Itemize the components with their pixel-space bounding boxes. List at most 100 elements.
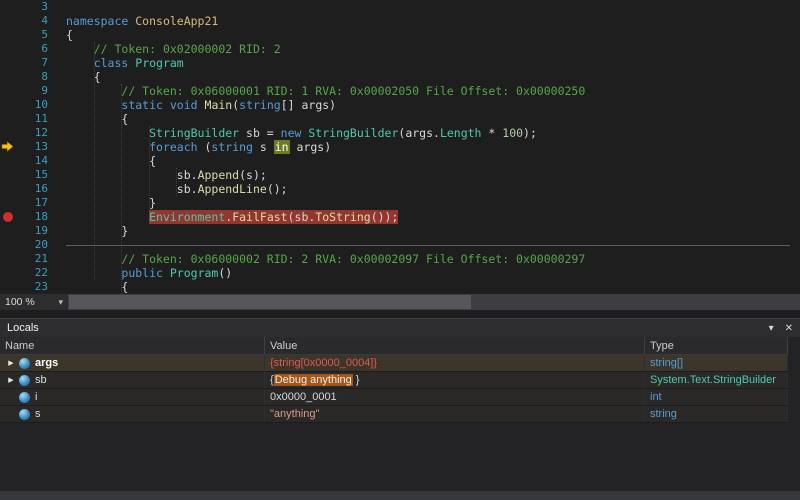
code-text[interactable]: { (60, 70, 800, 84)
breakpoint-margin[interactable] (0, 224, 18, 238)
code-line-7[interactable]: 7 class Program (0, 56, 800, 70)
code-text[interactable]: { (60, 28, 800, 42)
code-text[interactable]: class Program (60, 56, 800, 70)
code-line-8[interactable]: 8 { (0, 70, 800, 84)
code-text[interactable]: // Token: 0x06000001 RID: 1 RVA: 0x00002… (60, 84, 800, 98)
breakpoint-margin[interactable] (0, 196, 18, 210)
code-text[interactable]: { (60, 280, 800, 294)
code-text[interactable]: // Token: 0x02000002 RID: 2 (60, 42, 800, 56)
locals-row-args[interactable]: ▶ args {string[0x0000_0004]} string[] (0, 355, 788, 372)
variable-value[interactable]: 0x0000_0001 (265, 389, 645, 405)
name-cell: s (0, 406, 265, 422)
code-text[interactable]: Environment.FailFast(sb.ToString()); (60, 210, 800, 224)
breakpoint-margin[interactable] (0, 14, 18, 28)
column-header-value[interactable]: Value (265, 337, 645, 354)
locals-panel: Locals ▾ ✕ Name Value Type ▶ args {string[… (0, 318, 800, 491)
window-menu-chevron-down-icon[interactable]: ▾ (769, 323, 774, 334)
breakpoint-margin[interactable] (0, 154, 18, 168)
code-text[interactable]: foreach (string s in args) (60, 140, 800, 154)
breakpoint-icon[interactable] (3, 212, 13, 222)
locals-row-s[interactable]: s "anything" string (0, 406, 788, 423)
variable-value[interactable]: {string[0x0000_0004]} (265, 355, 645, 371)
code-line-9[interactable]: 9 // Token: 0x06000001 RID: 1 RVA: 0x000… (0, 84, 800, 98)
code-line-6[interactable]: 6 // Token: 0x02000002 RID: 2 (0, 42, 800, 56)
breakpoint-margin[interactable] (0, 56, 18, 70)
breakpoint-margin[interactable] (0, 168, 18, 182)
code-line-22[interactable]: 22 public Program() (0, 266, 800, 280)
breakpoint-margin[interactable] (0, 112, 18, 126)
code-line-4[interactable]: 4 namespace ConsoleApp21 (0, 14, 800, 28)
line-number: 19 (34, 224, 48, 237)
code-text[interactable]: } (60, 224, 800, 238)
locals-row-i[interactable]: i 0x0000_0001 int (0, 389, 788, 406)
code-line-14[interactable]: 14 { (0, 154, 800, 168)
variable-type: string[] (645, 355, 788, 371)
column-header-type[interactable]: Type (645, 337, 788, 354)
locals-row-sb[interactable]: ▶ sb {Debug anything } System.Text.StringBu… (0, 372, 788, 389)
code-text[interactable]: } (60, 196, 800, 210)
current-statement-arrow-icon (1, 141, 14, 152)
code-text[interactable]: static void Main(string[] args) (60, 98, 800, 112)
breakpoint-margin[interactable] (0, 70, 18, 84)
code-text[interactable]: sb.AppendLine(); (60, 182, 800, 196)
locals-body: ▶ args {string[0x0000_0004]} string[] ▶ sb {De… (0, 355, 800, 491)
variable-type: string (645, 406, 788, 422)
code-text[interactable] (60, 238, 800, 252)
line-number: 9 (41, 84, 48, 97)
breakpoint-margin[interactable] (0, 42, 18, 56)
breakpoint-margin[interactable] (0, 252, 18, 266)
code-line-21[interactable]: 21 // Token: 0x06000002 RID: 2 RVA: 0x00… (0, 252, 800, 266)
code-text[interactable]: sb.Append(s); (60, 168, 800, 182)
code-line-20[interactable]: 20 (0, 238, 800, 252)
variable-type: int (645, 389, 788, 405)
line-number: 11 (34, 112, 48, 125)
breakpoint-margin[interactable] (0, 238, 18, 252)
code-text[interactable] (60, 0, 800, 14)
code-line-13[interactable]: 13 foreach (string s in args) (0, 140, 800, 154)
breakpoint-margin[interactable] (0, 140, 18, 154)
code-text[interactable]: StringBuilder sb = new StringBuilder(arg… (60, 126, 800, 140)
chevron-down-icon[interactable]: ▾ (58, 297, 63, 308)
code-text[interactable]: // Token: 0x06000002 RID: 2 RVA: 0x00002… (60, 252, 800, 266)
code-line-5[interactable]: 5{ (0, 28, 800, 42)
close-icon[interactable]: ✕ (785, 323, 793, 334)
line-number: 13 (34, 140, 48, 153)
code-line-23[interactable]: 23 { (0, 280, 800, 294)
code-editor[interactable]: 3 4 namespace ConsoleApp21 5{6 // Token: 0x… (0, 0, 800, 294)
code-line-16[interactable]: 16 sb.AppendLine(); (0, 182, 800, 196)
breakpoint-margin[interactable] (0, 266, 18, 280)
code-line-11[interactable]: 11 { (0, 112, 800, 126)
breakpoint-margin[interactable] (0, 98, 18, 112)
breakpoint-margin[interactable] (0, 182, 18, 196)
code-line-17[interactable]: 17 } (0, 196, 800, 210)
horizontal-scrollbar[interactable] (69, 294, 800, 310)
code-line-12[interactable]: 12 StringBuilder sb = new StringBuilder(… (0, 126, 800, 140)
breakpoint-margin[interactable] (0, 126, 18, 140)
breakpoint-margin[interactable] (0, 210, 18, 224)
line-number: 7 (41, 56, 48, 69)
line-number: 12 (34, 126, 48, 139)
variable-value[interactable]: "anything" (265, 406, 645, 422)
breakpoint-margin[interactable] (0, 0, 18, 14)
expander-icon[interactable]: ▶ (5, 359, 17, 367)
breakpoint-margin[interactable] (0, 280, 18, 294)
code-line-18[interactable]: 18 Environment.FailFast(sb.ToString()); (0, 210, 800, 224)
code-text[interactable]: { (60, 112, 800, 126)
breakpoint-margin[interactable] (0, 84, 18, 98)
zoom-control[interactable]: 100 % ▾ (0, 294, 69, 310)
expander-icon[interactable]: ▶ (5, 376, 17, 384)
code-line-15[interactable]: 15 sb.Append(s); (0, 168, 800, 182)
code-text[interactable]: namespace ConsoleApp21 (60, 14, 800, 28)
code-text[interactable]: { (60, 154, 800, 168)
locals-title-bar[interactable]: Locals ▾ ✕ (0, 319, 800, 337)
column-header-name[interactable]: Name (0, 337, 265, 354)
code-line-3[interactable]: 3 (0, 0, 800, 14)
breakpoint-margin[interactable] (0, 28, 18, 42)
name-cell: ▶ args (0, 355, 265, 371)
code-line-10[interactable]: 10 static void Main(string[] args) (0, 98, 800, 112)
variable-value[interactable]: {Debug anything } (265, 372, 645, 388)
variable-name: s (35, 408, 41, 420)
scrollbar-thumb[interactable] (69, 295, 472, 309)
code-text[interactable]: public Program() (60, 266, 800, 280)
code-line-19[interactable]: 19 } (0, 224, 800, 238)
